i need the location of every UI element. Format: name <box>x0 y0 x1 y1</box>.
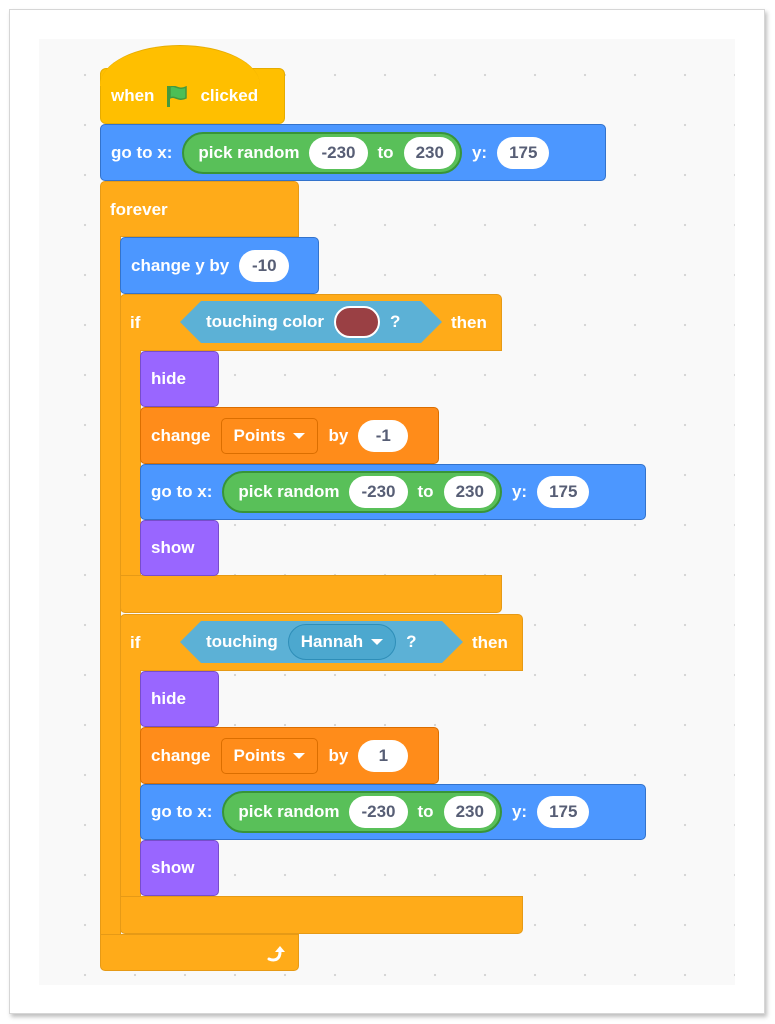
to-label: to <box>417 482 434 501</box>
go-to-xy-block[interactable]: go to x: pick random -230 to 230 y: 175 <box>100 124 606 181</box>
when-label: when <box>111 86 155 105</box>
question-label: ? <box>390 312 401 331</box>
green-flag-icon <box>164 83 190 109</box>
variable-name: Points <box>233 745 286 765</box>
dropdown-caret-icon <box>371 639 383 645</box>
change-variable-block[interactable]: change Points by 1 <box>140 727 439 784</box>
change-variable-block[interactable]: change Points by -1 <box>140 407 439 464</box>
change-y-input[interactable]: -10 <box>239 249 290 282</box>
if-label: if <box>130 313 141 332</box>
y-input[interactable]: 175 <box>537 476 590 508</box>
hide-label: hide <box>151 369 186 388</box>
then-label: then <box>472 633 508 652</box>
touching-sprite-condition[interactable]: touching Hannah ? <box>180 621 463 663</box>
hide-block[interactable]: hide <box>140 351 219 407</box>
go-to-x-label: go to x: <box>151 482 213 501</box>
by-label: by <box>328 745 349 765</box>
if-arm <box>120 350 141 576</box>
sprite-name: Hannah <box>300 632 364 651</box>
clicked-label: clicked <box>200 86 259 105</box>
change-label: change <box>151 425 211 445</box>
pick-random-label: pick random <box>198 142 300 162</box>
pick-random-label: pick random <box>238 802 340 821</box>
pick-random-reporter[interactable]: pick random -230 to 230 <box>222 471 502 513</box>
touching-color-label: touching color <box>206 312 325 331</box>
change-y-block[interactable]: change y by -10 <box>120 237 319 294</box>
go-to-xy-block[interactable]: go to x: pick random -230 to 230 y: 175 <box>140 784 646 840</box>
if-arm <box>120 670 141 897</box>
question-label: ? <box>406 632 417 651</box>
hide-label: hide <box>151 689 186 708</box>
y-label: y: <box>471 142 488 162</box>
go-to-xy-block[interactable]: go to x: pick random -230 to 230 y: 175 <box>140 464 646 520</box>
if-footer <box>120 575 502 613</box>
by-label: by <box>328 425 349 445</box>
loop-arrow-icon <box>266 944 288 969</box>
touching-label: touching <box>206 632 278 651</box>
forever-arm <box>100 236 121 936</box>
dropdown-caret-icon <box>293 432 306 439</box>
hide-block[interactable]: hide <box>140 671 219 727</box>
variable-dropdown[interactable]: Points <box>220 417 319 454</box>
change-label: change <box>151 745 211 765</box>
change-y-label: change y by <box>131 255 230 275</box>
y-label: y: <box>511 482 528 501</box>
random-from-input[interactable]: -230 <box>309 136 368 169</box>
touching-color-condition[interactable]: touching color ? <box>180 301 442 343</box>
to-label: to <box>377 142 394 162</box>
forever-label: forever <box>110 200 168 219</box>
show-block[interactable]: show <box>140 520 219 576</box>
go-to-x-label: go to x: <box>151 802 213 821</box>
pick-random-reporter[interactable]: pick random -230 to 230 <box>222 791 502 833</box>
if-label: if <box>130 633 141 652</box>
pick-random-label: pick random <box>238 482 340 501</box>
sprite-dropdown[interactable]: Hannah <box>288 624 396 660</box>
variable-dropdown[interactable]: Points <box>220 737 319 774</box>
y-input[interactable]: 175 <box>537 796 590 828</box>
random-to-input[interactable]: 230 <box>443 796 496 828</box>
show-block[interactable]: show <box>140 840 219 896</box>
dropdown-caret-icon <box>293 752 306 759</box>
y-label: y: <box>511 802 528 821</box>
random-to-input[interactable]: 230 <box>443 476 496 508</box>
pick-random-reporter[interactable]: pick random -230 to 230 <box>182 131 462 174</box>
change-value-input[interactable]: 1 <box>358 739 409 772</box>
show-label: show <box>151 538 195 557</box>
to-label: to <box>417 802 434 821</box>
color-swatch[interactable] <box>334 306 380 338</box>
random-from-input[interactable]: -230 <box>349 796 408 828</box>
variable-name: Points <box>233 425 286 445</box>
show-label: show <box>151 858 195 877</box>
random-to-input[interactable]: 230 <box>403 136 456 169</box>
random-from-input[interactable]: -230 <box>349 476 408 508</box>
go-to-x-label: go to x: <box>111 142 173 162</box>
if-footer <box>120 896 523 934</box>
then-label: then <box>451 313 487 332</box>
change-value-input[interactable]: -1 <box>358 419 409 452</box>
y-input[interactable]: 175 <box>497 136 550 169</box>
